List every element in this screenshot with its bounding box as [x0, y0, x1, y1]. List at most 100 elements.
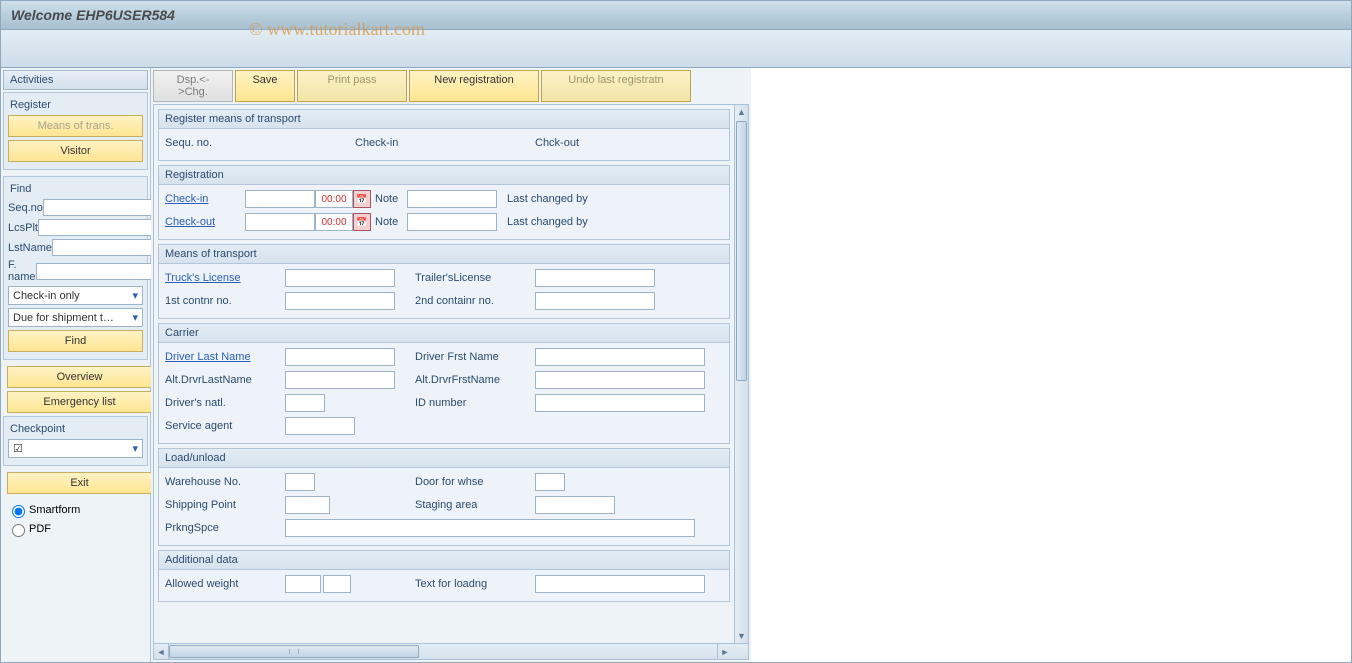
lastchanged-label: Last changed by — [507, 193, 588, 205]
scroll-corner — [732, 644, 748, 660]
undo-last-button[interactable]: Undo last registratn — [541, 70, 691, 102]
door-input[interactable] — [535, 473, 565, 491]
load-group: Load/unload Warehouse No. Door for whse … — [158, 448, 730, 546]
truck-license-input[interactable] — [285, 269, 395, 287]
horizontal-scrollbar[interactable]: ◄ ► — [153, 644, 749, 660]
smartform-label: Smartform — [29, 504, 80, 516]
chevron-down-icon: ▾ — [132, 442, 138, 455]
print-pass-button[interactable]: Print pass — [297, 70, 407, 102]
scroll-left-icon[interactable]: ◄ — [154, 647, 168, 657]
sequno-label: Sequ. no. — [165, 137, 245, 149]
warehouse-label: Warehouse No. — [165, 476, 285, 488]
checkin-col-label: Check-in — [355, 137, 455, 149]
new-registration-button[interactable]: New registration — [409, 70, 539, 102]
driver-first-input[interactable] — [535, 348, 705, 366]
allowed-weight-input[interactable] — [285, 575, 321, 593]
service-agent-input[interactable] — [285, 417, 355, 435]
form-scroll-pane: Register means of transport Sequ. no. Ch… — [153, 104, 749, 644]
driver-last-link[interactable]: Driver Last Name — [165, 351, 285, 363]
vertical-scrollbar[interactable]: ▲ ▼ — [734, 105, 748, 643]
checkin-only-select[interactable]: Check-in only▾ — [8, 286, 143, 305]
lastchanged-label-2: Last changed by — [507, 216, 588, 228]
pdf-radio[interactable] — [12, 524, 25, 537]
checkin-date-input[interactable] — [245, 190, 315, 208]
driver-natl-input[interactable] — [285, 394, 325, 412]
driver-last-input[interactable] — [285, 348, 395, 366]
alt-first-input[interactable] — [535, 371, 705, 389]
pdf-label: PDF — [29, 523, 51, 535]
lcsplt-label: LcsPlt — [8, 222, 38, 234]
due-shipment-select[interactable]: Due for shipment t…▾ — [8, 308, 143, 327]
find-panel: Find Seq.no LcsPlt LstName F. name Check… — [3, 176, 148, 360]
means-title: Means of transport — [159, 245, 729, 264]
warehouse-input[interactable] — [285, 473, 315, 491]
find-button[interactable]: Find — [8, 330, 143, 352]
scroll-down-icon[interactable]: ▼ — [735, 629, 748, 643]
text-loading-label: Text for loadng — [415, 578, 535, 590]
carrier-title: Carrier — [159, 324, 729, 343]
allowed-weight-unit-input[interactable] — [323, 575, 351, 593]
scroll-up-icon[interactable]: ▲ — [735, 105, 748, 119]
scroll-right-icon[interactable]: ► — [718, 647, 732, 657]
checkpoint-panel: Checkpoint ☑▾ — [3, 416, 148, 466]
registration-title: Registration — [159, 166, 729, 185]
note-label: Note — [375, 193, 407, 205]
truck-license-link[interactable]: Truck's License — [165, 272, 285, 284]
load-title: Load/unload — [159, 449, 729, 468]
trailer-license-input[interactable] — [535, 269, 655, 287]
note-label-2: Note — [375, 216, 407, 228]
means-of-trans-button[interactable]: Means of trans. — [8, 115, 143, 137]
staging-label: Staging area — [415, 499, 535, 511]
staging-input[interactable] — [535, 496, 615, 514]
prkngspce-input[interactable] — [285, 519, 695, 537]
text-loading-input[interactable] — [535, 575, 705, 593]
grip-icon — [289, 649, 299, 654]
h-thumb[interactable] — [169, 645, 419, 658]
cont1-label: 1st contnr no. — [165, 295, 285, 307]
watermark-text: © www.tutorialkart.com — [249, 19, 425, 40]
register-means-title: Register means of transport — [159, 110, 729, 129]
right-fill — [751, 68, 1351, 662]
dsp-chg-button[interactable]: Dsp.<->Chg. — [153, 70, 233, 102]
main-area: Activities Register Means of trans. Visi… — [0, 68, 1352, 663]
checkout-note-input[interactable] — [407, 213, 497, 231]
chckout-col-label: Chck-out — [535, 137, 579, 149]
cont2-input[interactable] — [535, 292, 655, 310]
idnumber-input[interactable] — [535, 394, 705, 412]
checkout-time-input[interactable] — [315, 213, 353, 231]
cont2-label: 2nd containr no. — [415, 295, 535, 307]
h-track[interactable] — [168, 644, 718, 659]
checkpoint-select[interactable]: ☑▾ — [8, 439, 143, 458]
seqno-label: Seq.no — [8, 202, 43, 214]
alt-first-label: Alt.DrvrFrstName — [415, 374, 535, 386]
checkin-note-input[interactable] — [407, 190, 497, 208]
checkin-time-input[interactable] — [315, 190, 353, 208]
save-button[interactable]: Save — [235, 70, 295, 102]
app-header: Welcome EHP6USER584 © www.tutorialkart.c… — [0, 0, 1352, 30]
page-title: Welcome EHP6USER584 — [11, 7, 175, 23]
register-header: Register — [8, 97, 143, 115]
find-header: Find — [8, 181, 143, 199]
cont1-input[interactable] — [285, 292, 395, 310]
sidebar: Activities Register Means of trans. Visi… — [1, 68, 151, 662]
calendar-icon[interactable]: 📅 — [353, 190, 371, 208]
chevron-down-icon: ▾ — [132, 289, 138, 302]
visitor-button[interactable]: Visitor — [8, 140, 143, 162]
calendar-icon[interactable]: 📅 — [353, 213, 371, 231]
smartform-radio[interactable] — [12, 505, 25, 518]
exit-button[interactable]: Exit — [7, 472, 152, 494]
checkpoint-header: Checkpoint — [8, 421, 143, 439]
alt-last-input[interactable] — [285, 371, 395, 389]
fname-label: F. name — [8, 259, 36, 283]
checkin-link[interactable]: Check-in — [165, 193, 245, 205]
service-agent-label: Service agent — [165, 420, 285, 432]
sidebar-title: Activities — [3, 70, 148, 90]
overview-button[interactable]: Overview — [7, 366, 152, 388]
scroll-thumb[interactable] — [736, 121, 747, 381]
checkout-link[interactable]: Check-out — [165, 216, 245, 228]
shipping-input[interactable] — [285, 496, 330, 514]
trailer-license-label: Trailer'sLicense — [415, 272, 535, 284]
emergency-list-button[interactable]: Emergency list — [7, 391, 152, 413]
additional-title: Additional data — [159, 551, 729, 570]
checkout-date-input[interactable] — [245, 213, 315, 231]
